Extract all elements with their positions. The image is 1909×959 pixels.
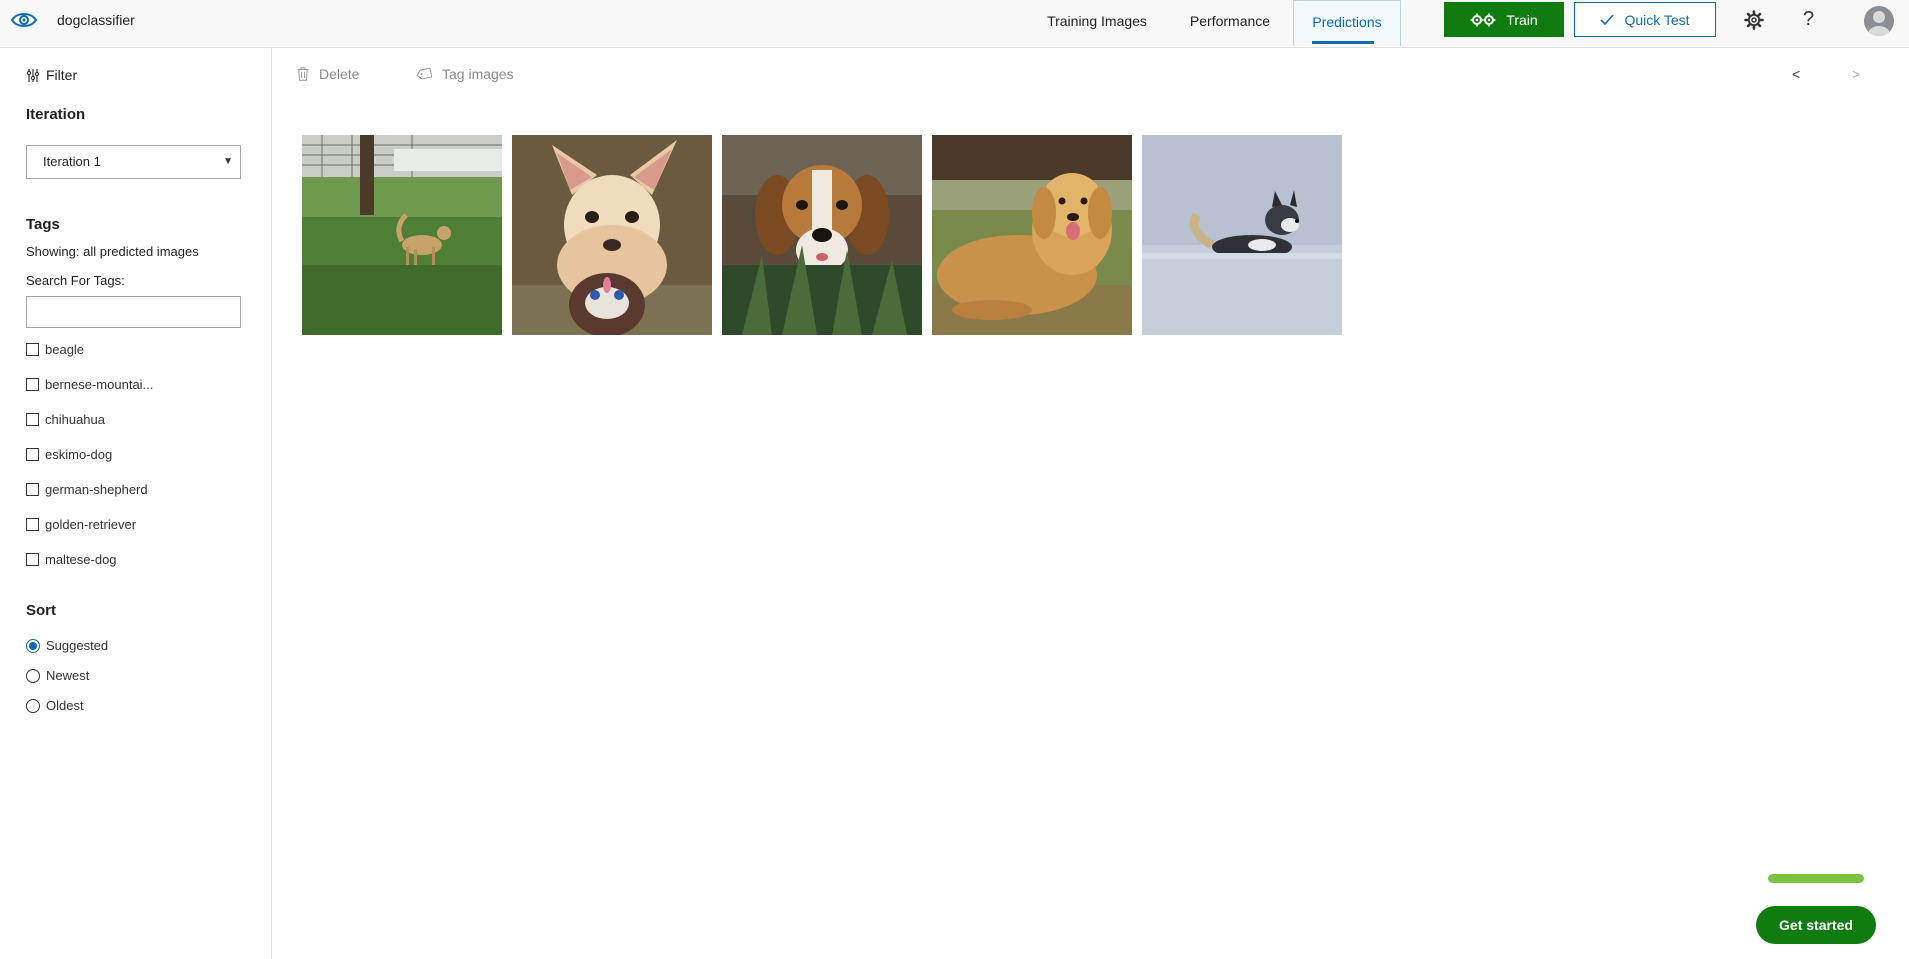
sort-option-suggested[interactable]: Suggested	[26, 638, 108, 653]
prediction-image-dog-in-park[interactable]	[302, 135, 502, 335]
caret-down-icon: ▼	[223, 156, 233, 167]
user-icon	[1868, 11, 1890, 36]
search-tags-label: Search For Tags:	[26, 273, 125, 288]
tab-label: Predictions	[1312, 14, 1382, 30]
sort-label: Oldest	[46, 698, 84, 713]
tag-images-label: Tag images	[442, 66, 514, 82]
tag-label: eskimo-dog	[45, 447, 113, 462]
tag-search-input[interactable]	[26, 296, 241, 328]
previous-page-button[interactable]: <	[1792, 66, 1800, 82]
avatar[interactable]	[1864, 6, 1894, 36]
active-tab-indicator	[1312, 41, 1374, 44]
tab-training-images[interactable]: Training Images	[1031, 0, 1163, 46]
sort-option-newest[interactable]: Newest	[26, 668, 89, 683]
beagle-photo-icon	[722, 135, 922, 335]
prediction-image-beagle[interactable]	[722, 135, 922, 335]
app-name: dogclassifier	[57, 12, 135, 28]
checkbox[interactable]	[26, 413, 39, 426]
gear-icon[interactable]	[1744, 10, 1764, 30]
filter-label: Filter	[46, 67, 78, 83]
radio-button[interactable]	[26, 698, 40, 713]
sort-option-oldest[interactable]: Oldest	[26, 698, 84, 713]
top-bar: dogclassifier Training Images Performanc…	[0, 0, 1909, 48]
next-page-button[interactable]: >	[1852, 66, 1860, 82]
tab-predictions[interactable]: Predictions	[1293, 0, 1401, 46]
delete-button[interactable]: Delete	[297, 66, 359, 82]
filter-sliders-icon	[26, 68, 40, 82]
train-button[interactable]: Train	[1444, 2, 1564, 37]
tag-label: maltese-dog	[45, 552, 117, 567]
prediction-image-golden-retriever[interactable]	[932, 135, 1132, 335]
prediction-image-husky[interactable]	[1142, 135, 1342, 335]
tag-checkbox-german-shepherd[interactable]: german-shepherd	[26, 482, 148, 497]
eye-logo-icon[interactable]	[10, 9, 38, 31]
train-label: Train	[1506, 11, 1538, 28]
quick-test-label: Quick Test	[1624, 11, 1690, 28]
delete-label: Delete	[319, 66, 360, 82]
sort-label: Newest	[46, 668, 90, 683]
tag-checkbox-bernese-mountain[interactable]: bernese-mountai...	[26, 377, 153, 392]
sort-heading: Sort	[26, 602, 56, 619]
tag-label: golden-retriever	[45, 517, 137, 532]
get-started-label: Get started	[1779, 917, 1853, 933]
tag-label: beagle	[45, 342, 85, 357]
showing-text: Showing: all predicted images	[26, 244, 199, 259]
husky-in-snow-photo-icon	[1142, 135, 1342, 335]
tag-checkbox-golden-retriever[interactable]: golden-retriever	[26, 517, 136, 532]
radio-button[interactable]	[26, 638, 40, 653]
sidebar: Filter Iteration Iteration 1 ▼ Tags Show…	[0, 48, 272, 959]
checkbox[interactable]	[26, 448, 39, 461]
get-started-button[interactable]: Get started	[1756, 906, 1876, 944]
tag-label: bernese-mountai...	[45, 377, 154, 392]
chihuahua-photo-icon	[512, 135, 712, 335]
iteration-select-value: Iteration 1	[43, 154, 101, 169]
get-started-progress-bar	[1768, 874, 1864, 883]
tab-performance[interactable]: Performance	[1170, 0, 1290, 46]
gears-icon	[1470, 13, 1496, 26]
filter-button[interactable]: Filter	[26, 67, 77, 83]
checkbox[interactable]	[26, 343, 39, 356]
checkbox[interactable]	[26, 518, 39, 531]
iteration-heading: Iteration	[26, 106, 86, 123]
checkbox[interactable]	[26, 378, 39, 391]
help-icon[interactable]: ?	[1803, 8, 1814, 31]
trash-icon	[297, 67, 309, 81]
tab-label: Training Images	[1047, 13, 1147, 29]
tag-checkbox-maltese-dog[interactable]: maltese-dog	[26, 552, 117, 567]
checkmark-icon	[1600, 13, 1615, 25]
checkbox[interactable]	[26, 483, 39, 496]
checkbox[interactable]	[26, 553, 39, 566]
tag-label: german-shepherd	[45, 482, 148, 497]
tag-checkbox-eskimo-dog[interactable]: eskimo-dog	[26, 447, 112, 462]
golden-retriever-photo-icon	[932, 135, 1132, 335]
dog-in-park-photo-icon	[302, 135, 502, 335]
sort-label: Suggested	[46, 638, 109, 653]
tag-checkbox-chihuahua[interactable]: chihuahua	[26, 412, 105, 427]
iteration-select[interactable]: Iteration 1 ▼	[26, 145, 241, 179]
quick-test-button[interactable]: Quick Test	[1574, 2, 1716, 37]
radio-button[interactable]	[26, 668, 40, 683]
tag-icon	[416, 68, 432, 80]
tag-images-button[interactable]: Tag images	[416, 66, 514, 82]
prediction-image-chihuahua[interactable]	[512, 135, 712, 335]
tag-label: chihuahua	[45, 412, 105, 427]
tab-label: Performance	[1189, 13, 1271, 29]
tag-checkbox-beagle[interactable]: beagle	[26, 342, 84, 357]
tags-heading: Tags	[26, 216, 60, 233]
